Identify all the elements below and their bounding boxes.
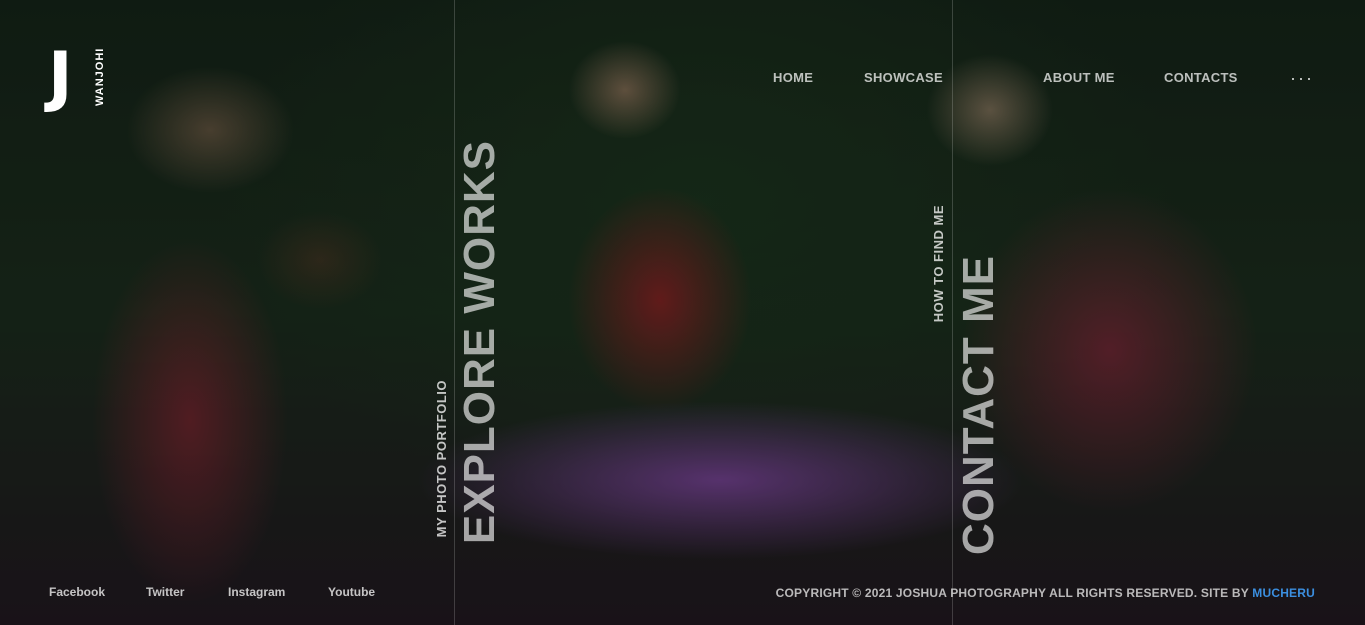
more-dots-icon[interactable]: ··· bbox=[1290, 68, 1314, 89]
nav-showcase[interactable]: SHOWCASE bbox=[864, 70, 943, 85]
explore-subtitle: MY PHOTO PORTFOLIO bbox=[434, 379, 449, 537]
hero-overlay bbox=[0, 0, 1365, 625]
social-link-facebook[interactable]: Facebook bbox=[49, 585, 105, 599]
social-link-twitter[interactable]: Twitter bbox=[146, 585, 184, 599]
site-logo[interactable]: J bbox=[48, 44, 118, 110]
site-credit-link[interactable]: MUCHERU bbox=[1252, 586, 1315, 600]
explore-works-link[interactable]: EXPLORE WORKS bbox=[455, 140, 504, 544]
nav-contacts[interactable]: CONTACTS bbox=[1164, 70, 1238, 85]
nav-home[interactable]: HOME bbox=[773, 70, 813, 85]
social-link-youtube[interactable]: Youtube bbox=[328, 585, 375, 599]
column-divider bbox=[952, 0, 953, 625]
logo-name: WANJOHI bbox=[94, 47, 106, 106]
logo-letter: J bbox=[48, 38, 73, 115]
contact-subtitle: HOW TO FIND ME bbox=[931, 205, 946, 323]
contact-me-link[interactable]: CONTACT ME bbox=[954, 255, 1003, 555]
nav-about-me[interactable]: ABOUT ME bbox=[1043, 70, 1115, 85]
social-link-instagram[interactable]: Instagram bbox=[228, 585, 285, 599]
copyright-notice: COPYRIGHT © 2021 JOSHUA PHOTOGRAPHY ALL … bbox=[776, 586, 1315, 600]
copyright-text: COPYRIGHT © 2021 JOSHUA PHOTOGRAPHY ALL … bbox=[775, 586, 1249, 600]
